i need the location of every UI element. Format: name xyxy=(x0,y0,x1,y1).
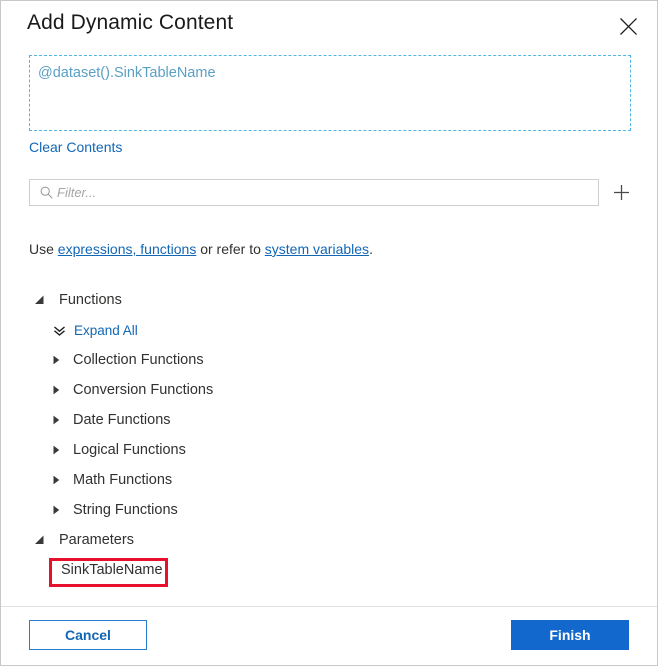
dialog-header: Add Dynamic Content xyxy=(1,1,657,53)
cancel-button[interactable]: Cancel xyxy=(29,620,147,650)
dialog-footer: Cancel Finish xyxy=(1,606,657,665)
filter-input-container[interactable] xyxy=(29,179,599,206)
tree-item-label: String Functions xyxy=(73,502,178,518)
tree-group-functions-label: Functions xyxy=(59,292,122,308)
tree-item-math-functions[interactable]: Math Functions xyxy=(1,465,657,495)
expressions-functions-link[interactable]: expressions, functions xyxy=(58,241,197,257)
page-title: Add Dynamic Content xyxy=(27,11,234,34)
helper-suffix: . xyxy=(369,241,373,257)
tree-item-string-functions[interactable]: String Functions xyxy=(1,495,657,525)
clear-contents-link[interactable]: Clear Contents xyxy=(29,139,122,155)
tree-item-sinktablename[interactable]: SinkTableName xyxy=(1,555,657,585)
caret-collapsed-icon[interactable] xyxy=(51,355,67,365)
tree-item-label: SinkTableName xyxy=(61,562,163,578)
expression-value: @dataset().SinkTableName xyxy=(38,65,216,81)
helper-middle: or refer to xyxy=(196,241,265,257)
tree-item-label: Date Functions xyxy=(73,412,171,428)
caret-collapsed-icon[interactable] xyxy=(51,415,67,425)
tree-item-date-functions[interactable]: Date Functions xyxy=(1,405,657,435)
tree-item-label: Collection Functions xyxy=(73,352,204,368)
double-chevron-down-icon xyxy=(51,324,67,337)
tree-group-parameters[interactable]: Parameters xyxy=(1,525,657,555)
search-icon xyxy=(35,186,57,199)
plus-icon xyxy=(613,184,630,201)
caret-collapsed-icon[interactable] xyxy=(51,385,67,395)
caret-collapsed-icon[interactable] xyxy=(51,505,67,515)
helper-text: Use expressions, functions or refer to s… xyxy=(29,241,373,257)
caret-expanded-icon[interactable] xyxy=(34,535,50,545)
expression-editor[interactable]: @dataset().SinkTableName xyxy=(29,55,631,131)
tree-group-parameters-label: Parameters xyxy=(59,532,134,548)
add-parameter-button[interactable] xyxy=(607,179,635,206)
search-input[interactable] xyxy=(57,180,598,205)
tree-item-logical-functions[interactable]: Logical Functions xyxy=(1,435,657,465)
tree-item-label: Math Functions xyxy=(73,472,173,488)
dynamic-content-tree: Functions Expand All Collection Function… xyxy=(1,285,657,585)
caret-collapsed-icon[interactable] xyxy=(51,445,67,455)
caret-collapsed-icon[interactable] xyxy=(51,475,67,485)
finish-button[interactable]: Finish xyxy=(511,620,629,650)
expand-all-row[interactable]: Expand All xyxy=(1,315,657,345)
tree-item-conversion-functions[interactable]: Conversion Functions xyxy=(1,375,657,405)
helper-prefix: Use xyxy=(29,241,58,257)
tree-item-collection-functions[interactable]: Collection Functions xyxy=(1,345,657,375)
expand-all-label: Expand All xyxy=(74,322,138,338)
add-dynamic-content-dialog: Add Dynamic Content @dataset().SinkTable… xyxy=(0,0,658,666)
close-icon xyxy=(619,17,638,36)
tree-group-functions[interactable]: Functions xyxy=(1,285,657,315)
tree-item-label: Conversion Functions xyxy=(73,382,214,398)
close-button[interactable] xyxy=(609,7,647,45)
caret-expanded-icon[interactable] xyxy=(34,295,50,305)
tree-item-label: Logical Functions xyxy=(73,442,186,458)
system-variables-link[interactable]: system variables xyxy=(265,241,369,257)
